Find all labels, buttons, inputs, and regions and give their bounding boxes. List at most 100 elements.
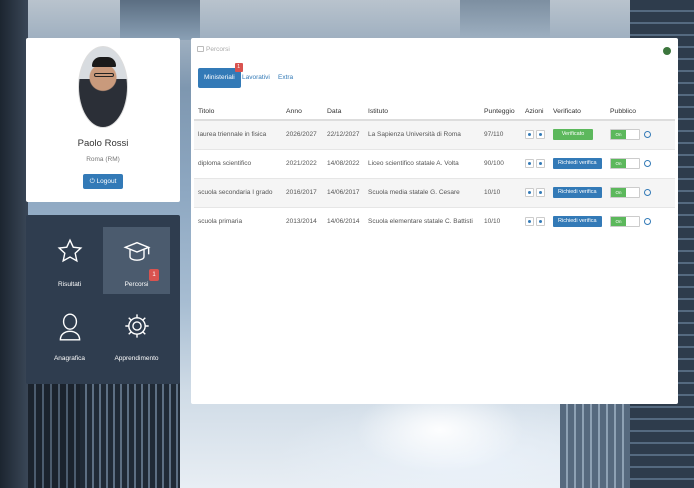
folder-icon <box>197 46 204 52</box>
cell-punteggio: 10/10 <box>480 177 521 207</box>
toggle-on-label: On <box>611 217 626 227</box>
cell-punteggio: 90/100 <box>480 148 521 178</box>
edit-icon[interactable] <box>525 159 534 168</box>
tile-menu: Risultati 1 Percorsi Anagrafica Apprendi… <box>26 215 180 384</box>
profile-city: Roma (RM) <box>86 156 120 163</box>
tile-label: Anagrafica <box>53 355 86 362</box>
view-icon[interactable] <box>536 159 545 168</box>
request-verification-button[interactable]: Richiedi verifica <box>553 187 602 198</box>
cell-anno: 2016/2017 <box>282 177 323 207</box>
request-verification-button[interactable]: Richiedi verifica <box>553 158 602 169</box>
info-icon[interactable] <box>644 189 651 196</box>
tile-badge: 1 <box>149 269 159 281</box>
view-icon[interactable] <box>536 217 545 227</box>
column-header: Data <box>323 104 364 121</box>
cell-azioni <box>521 119 549 149</box>
cell-punteggio: 97/110 <box>480 119 521 149</box>
verified-button[interactable]: Verificato <box>553 129 593 141</box>
column-header: Punteggio <box>480 104 521 121</box>
cell-data: 22/12/2027 <box>323 119 364 149</box>
profile-name: Paolo Rossi <box>77 138 129 149</box>
edit-icon[interactable] <box>525 130 534 140</box>
logout-label: Logout <box>96 178 117 185</box>
column-header: Verificato <box>549 104 606 121</box>
cell-istituto: Scuola elementare statale C. Battisti <box>364 206 480 236</box>
cell-pubblico: On <box>606 206 675 236</box>
tile-anagrafica[interactable]: Anagrafica <box>36 301 103 368</box>
cell-verificato: Richiedi verifica <box>549 148 606 178</box>
tab-label: Ministeriali <box>204 74 235 81</box>
background-building <box>0 0 28 488</box>
column-header: Pubblico <box>606 104 675 121</box>
request-verification-button[interactable]: Richiedi verifica <box>553 216 602 228</box>
cell-pubblico: On <box>606 119 675 149</box>
view-icon[interactable] <box>536 188 545 197</box>
settings-icon[interactable] <box>664 48 670 54</box>
breadcrumb-label: Percorsi <box>206 46 230 53</box>
logout-button[interactable]: ⏻ Logout <box>83 174 123 189</box>
table-row: laurea triennale in fisica 2026/2027 22/… <box>194 119 675 149</box>
cell-titolo: scuola primaria <box>194 206 282 236</box>
percorsi-panel: Percorsi Ministeriali 1 Lavorativi Extra… <box>191 38 678 404</box>
column-header: Azioni <box>521 104 549 121</box>
cell-anno: 2013/2014 <box>282 206 323 236</box>
background-building <box>560 400 630 488</box>
column-header: Istituto <box>364 104 480 121</box>
column-header: Titolo <box>194 104 282 121</box>
cell-verificato: Richiedi verifica <box>549 177 606 207</box>
tile-label: Apprendimento <box>114 355 159 362</box>
background-building <box>120 0 200 40</box>
cell-anno: 2021/2022 <box>282 148 323 178</box>
cell-verificato: Richiedi verifica <box>549 206 606 236</box>
cell-istituto: Scuola media statale G. Cesare <box>364 177 480 207</box>
toggle-on-label: On <box>611 159 626 168</box>
public-toggle[interactable]: On <box>610 158 640 169</box>
cell-anno: 2026/2027 <box>282 119 323 149</box>
public-toggle[interactable]: On <box>610 129 640 141</box>
table-row: diploma scientifico 2021/2022 14/08/2022… <box>194 148 675 178</box>
cell-verificato: Verificato <box>549 119 606 149</box>
table-row: scuola secondaria I grado 2016/2017 14/0… <box>194 177 675 207</box>
background-building <box>80 370 180 488</box>
cell-titolo: scuola secondaria I grado <box>194 177 282 207</box>
cell-azioni <box>521 206 549 236</box>
info-icon[interactable] <box>644 218 651 226</box>
cell-azioni <box>521 177 549 207</box>
cell-istituto: Liceo scientifico statale A. Volta <box>364 148 480 178</box>
toggle-on-label: On <box>611 188 626 197</box>
percorsi-table: Titolo Anno Data Istituto Punteggio Azio… <box>194 104 675 236</box>
cell-azioni <box>521 148 549 178</box>
cell-istituto: La Sapienza Università di Roma <box>364 119 480 149</box>
tile-percorsi[interactable]: 1 Percorsi <box>103 227 170 294</box>
edit-icon[interactable] <box>525 188 534 197</box>
cell-data: 14/08/2022 <box>323 148 364 178</box>
cell-titolo: laurea triennale in fisica <box>194 119 282 149</box>
info-icon[interactable] <box>644 160 651 167</box>
cell-data: 14/06/2017 <box>323 177 364 207</box>
breadcrumb: Percorsi <box>197 46 230 53</box>
gear-icon <box>124 314 149 338</box>
user-icon <box>59 313 80 341</box>
cell-pubblico: On <box>606 177 675 207</box>
profile-card: Paolo Rossi Roma (RM) ⏻ Logout <box>26 38 180 202</box>
tab-ministeriali[interactable]: Ministeriali 1 <box>198 63 243 88</box>
graduation-cap-icon <box>122 241 151 261</box>
background-building <box>460 0 550 40</box>
table-row: scuola primaria 2013/2014 14/06/2014 Scu… <box>194 206 675 236</box>
cell-pubblico: On <box>606 148 675 178</box>
tile-apprendimento[interactable]: Apprendimento <box>103 301 170 368</box>
tile-risultati[interactable]: Risultati <box>36 227 103 294</box>
cell-titolo: diploma scientifico <box>194 148 282 178</box>
tile-label: Risultati <box>57 281 82 288</box>
edit-icon[interactable] <box>525 217 534 227</box>
tile-label: Percorsi <box>124 281 149 288</box>
public-toggle[interactable]: On <box>610 216 640 228</box>
view-icon[interactable] <box>536 130 545 140</box>
toggle-on-label: On <box>611 130 626 140</box>
star-icon <box>57 238 82 263</box>
tab-lavorativi[interactable]: Lavorativi <box>242 68 270 88</box>
tab-extra[interactable]: Extra <box>278 68 293 88</box>
info-icon[interactable] <box>644 131 651 139</box>
logout-icon: ⏻ <box>89 178 95 185</box>
public-toggle[interactable]: On <box>610 187 640 198</box>
